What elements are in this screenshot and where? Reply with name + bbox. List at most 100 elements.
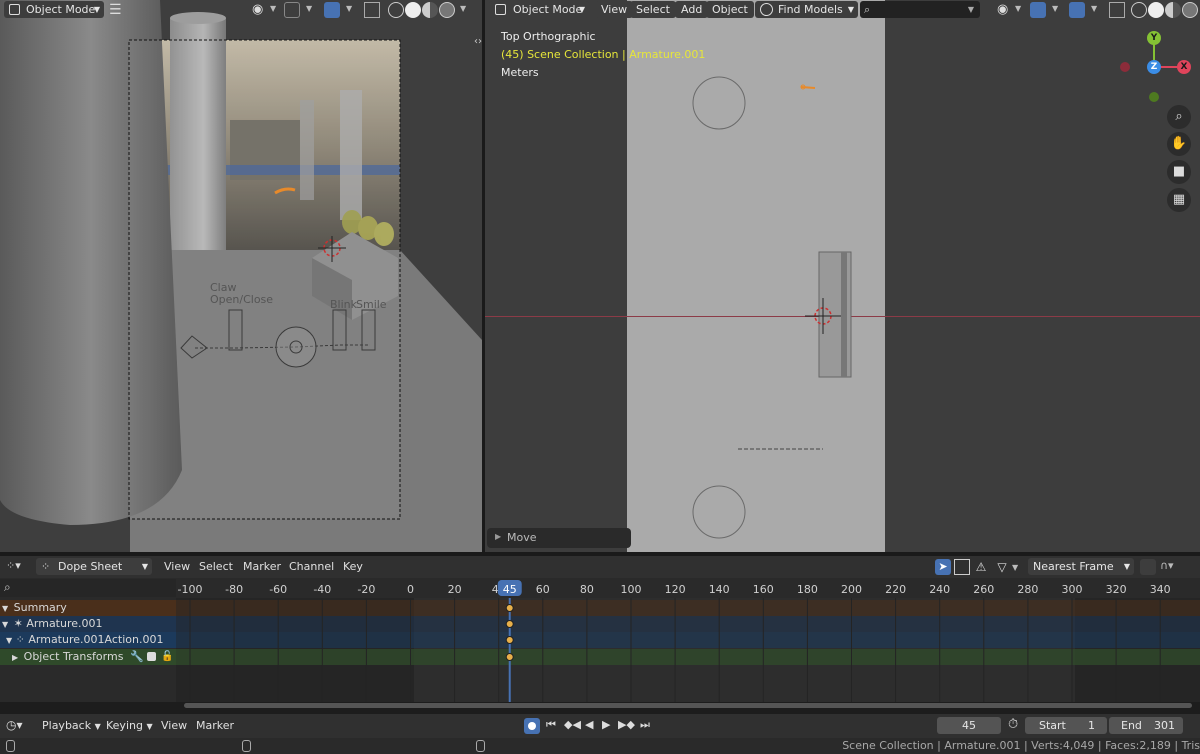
gizmo-toggle-icon[interactable] xyxy=(284,2,300,18)
stopwatch-icon[interactable]: ⏱ xyxy=(1008,717,1018,732)
add-menu[interactable]: Add xyxy=(675,1,709,18)
dope-marker-menu[interactable]: Marker xyxy=(243,557,281,577)
auto-keying-button[interactable] xyxy=(524,718,540,734)
play-icon[interactable]: ▶ xyxy=(602,718,610,731)
right-viewport[interactable]: Top Orthographic (45) Scene Collection |… xyxy=(485,0,1200,552)
keying-menu[interactable]: Keying ▼ xyxy=(106,716,153,736)
dope-view-menu[interactable]: View xyxy=(164,557,190,577)
channel-object-transforms[interactable]: ▶ Object Transforms 🔧 🔓 xyxy=(0,649,176,665)
chevron-down-icon[interactable]: ▼ xyxy=(346,4,352,13)
enable-checkbox[interactable] xyxy=(147,652,156,661)
search-field[interactable]: ⌕ ▼ xyxy=(860,1,980,18)
material-shading-icon[interactable] xyxy=(1165,2,1181,18)
only-selected-icon[interactable]: ➤ xyxy=(935,559,951,575)
dope-sheet-mode-dropdown[interactable]: ⁘ Dope Sheet ▼ xyxy=(36,558,152,575)
channel-label: Armature.001Action.001 xyxy=(28,633,164,646)
chevron-down-icon[interactable]: ▼ xyxy=(306,4,312,13)
keyframe[interactable] xyxy=(505,636,514,644)
object-menu[interactable]: Object xyxy=(706,1,754,18)
find-models-dropdown[interactable]: Find Models ▼ xyxy=(755,1,858,18)
solid-shading-icon[interactable] xyxy=(405,2,421,18)
only-errors-icon[interactable]: ⚠ xyxy=(973,559,989,575)
dope-select-menu[interactable]: Select xyxy=(199,557,233,577)
frame-tick-label: 180 xyxy=(797,583,818,596)
jump-end-icon[interactable]: ⏭ xyxy=(640,718,650,732)
wireframe-shading-icon[interactable] xyxy=(388,2,404,18)
material-shading-icon[interactable] xyxy=(422,2,438,18)
chevron-down-icon[interactable]: ▼ xyxy=(1015,4,1021,13)
pan-hand-icon[interactable]: ✋ xyxy=(1167,132,1191,156)
current-frame-field[interactable]: 45 xyxy=(937,717,1001,734)
xray-toggle-icon[interactable] xyxy=(364,2,380,18)
play-reverse-icon[interactable]: ◀ xyxy=(585,718,593,731)
chevron-down-icon[interactable]: ▼ xyxy=(1091,4,1097,13)
gizmo-neg-y-axis[interactable] xyxy=(1149,92,1159,102)
chevron-down-icon[interactable]: ▼ xyxy=(270,4,276,13)
overlay-toggle-icon[interactable] xyxy=(324,2,340,18)
chevron-down-icon[interactable]: ▼ xyxy=(1052,4,1058,13)
xray-toggle-icon[interactable] xyxy=(1109,2,1125,18)
rendered-shading-icon[interactable] xyxy=(1182,2,1198,18)
keyframe[interactable] xyxy=(505,653,514,661)
frame-tick-label: 20 xyxy=(448,583,462,596)
left-viewport[interactable]: Claw Open/Close Blink Smile xyxy=(0,0,482,552)
keyframe[interactable] xyxy=(505,604,514,612)
gizmo-neg-x-axis[interactable] xyxy=(1120,62,1130,72)
chevron-down-icon[interactable]: ▼ xyxy=(460,4,466,13)
horizontal-scrollbar[interactable] xyxy=(184,703,1192,708)
view-menu[interactable]: View xyxy=(595,1,634,18)
object-mode-icon xyxy=(9,4,20,15)
chevron-down-icon[interactable]: ▼ xyxy=(1012,563,1018,572)
playback-menu[interactable]: Playback ▼ xyxy=(42,716,101,736)
mode-dropdown[interactable]: Object Mode ▼ xyxy=(489,1,589,18)
dope-channel-menu[interactable]: Channel xyxy=(289,557,334,577)
frame-tick-label: 320 xyxy=(1106,583,1127,596)
keyframe-region[interactable]: -100-80-60-40-20020406080100120140160180… xyxy=(176,578,1200,702)
editor-type-icon[interactable]: ⁘▾ xyxy=(6,559,21,572)
proportional-edit-icon[interactable] xyxy=(1140,559,1156,575)
lock-icon[interactable]: 🔓 xyxy=(161,649,173,665)
gizmo-x-axis[interactable]: X xyxy=(1177,60,1191,74)
gizmo-y-axis[interactable]: Y xyxy=(1147,31,1161,45)
channel-summary[interactable]: ▼ Summary xyxy=(0,600,176,616)
snap-mode-dropdown[interactable]: Nearest Frame ▼ xyxy=(1028,558,1134,575)
modifier-wrench-icon[interactable]: 🔧 xyxy=(130,649,144,665)
visibility-eye-icon[interactable]: ◉ xyxy=(997,2,1013,18)
timeline-view-menu[interactable]: View xyxy=(161,716,187,736)
frame-tick-label: 300 xyxy=(1062,583,1083,596)
dope-key-menu[interactable]: Key xyxy=(343,557,363,577)
camera-view-icon[interactable]: ■ xyxy=(1167,160,1191,184)
timeline-editor-icon[interactable]: ◷▾ xyxy=(6,718,23,732)
gizmo-toggle-icon[interactable] xyxy=(1030,2,1046,18)
jump-next-keyframe-icon[interactable]: ▶◆ xyxy=(618,718,635,731)
collapse-arrows-icon[interactable]: ‹› xyxy=(474,36,482,47)
jump-prev-keyframe-icon[interactable]: ◆◀ xyxy=(564,718,581,731)
frame-tick-label: 60 xyxy=(536,583,550,596)
start-frame-field[interactable]: Start 1 xyxy=(1025,717,1107,734)
rendered-shading-icon[interactable] xyxy=(439,2,455,18)
zoom-icon[interactable]: ⌕ xyxy=(1167,105,1191,129)
units-label: Meters xyxy=(501,66,539,79)
channel-armature[interactable]: ▼ ✶ Armature.001 xyxy=(0,616,176,632)
overlay-toggle-icon[interactable] xyxy=(1069,2,1085,18)
keyframe[interactable] xyxy=(505,620,514,628)
navigation-gizmo[interactable]: Y Z X xyxy=(1113,30,1193,105)
jump-start-icon[interactable]: ⏮ xyxy=(546,718,556,732)
show-hidden-icon[interactable] xyxy=(954,559,970,575)
mode-dropdown[interactable]: Object Mode ▼ xyxy=(4,1,104,18)
channel-action[interactable]: ▼ ⁘ Armature.001Action.001 xyxy=(0,632,176,648)
select-menu[interactable]: Select xyxy=(630,1,676,18)
filter-icon[interactable]: ▽ xyxy=(994,559,1010,575)
hamburger-menu-icon[interactable]: ☰ xyxy=(109,3,123,17)
last-operator-panel[interactable]: ▶ Move xyxy=(487,528,631,548)
gizmo-z-axis[interactable]: Z xyxy=(1147,60,1161,74)
falloff-curve-icon[interactable]: ∩▾ xyxy=(1160,559,1174,572)
channel-search-field[interactable]: ⌕ xyxy=(0,579,176,597)
ortho-grid-icon[interactable]: ▦ xyxy=(1167,188,1191,212)
solid-shading-icon[interactable] xyxy=(1148,2,1164,18)
dope-sheet-label: Dope Sheet xyxy=(58,560,123,573)
visibility-eye-icon[interactable]: ◉ xyxy=(252,2,268,18)
end-frame-field[interactable]: End 301 xyxy=(1109,717,1183,734)
timeline-marker-menu[interactable]: Marker xyxy=(196,716,234,736)
wireframe-shading-icon[interactable] xyxy=(1131,2,1147,18)
